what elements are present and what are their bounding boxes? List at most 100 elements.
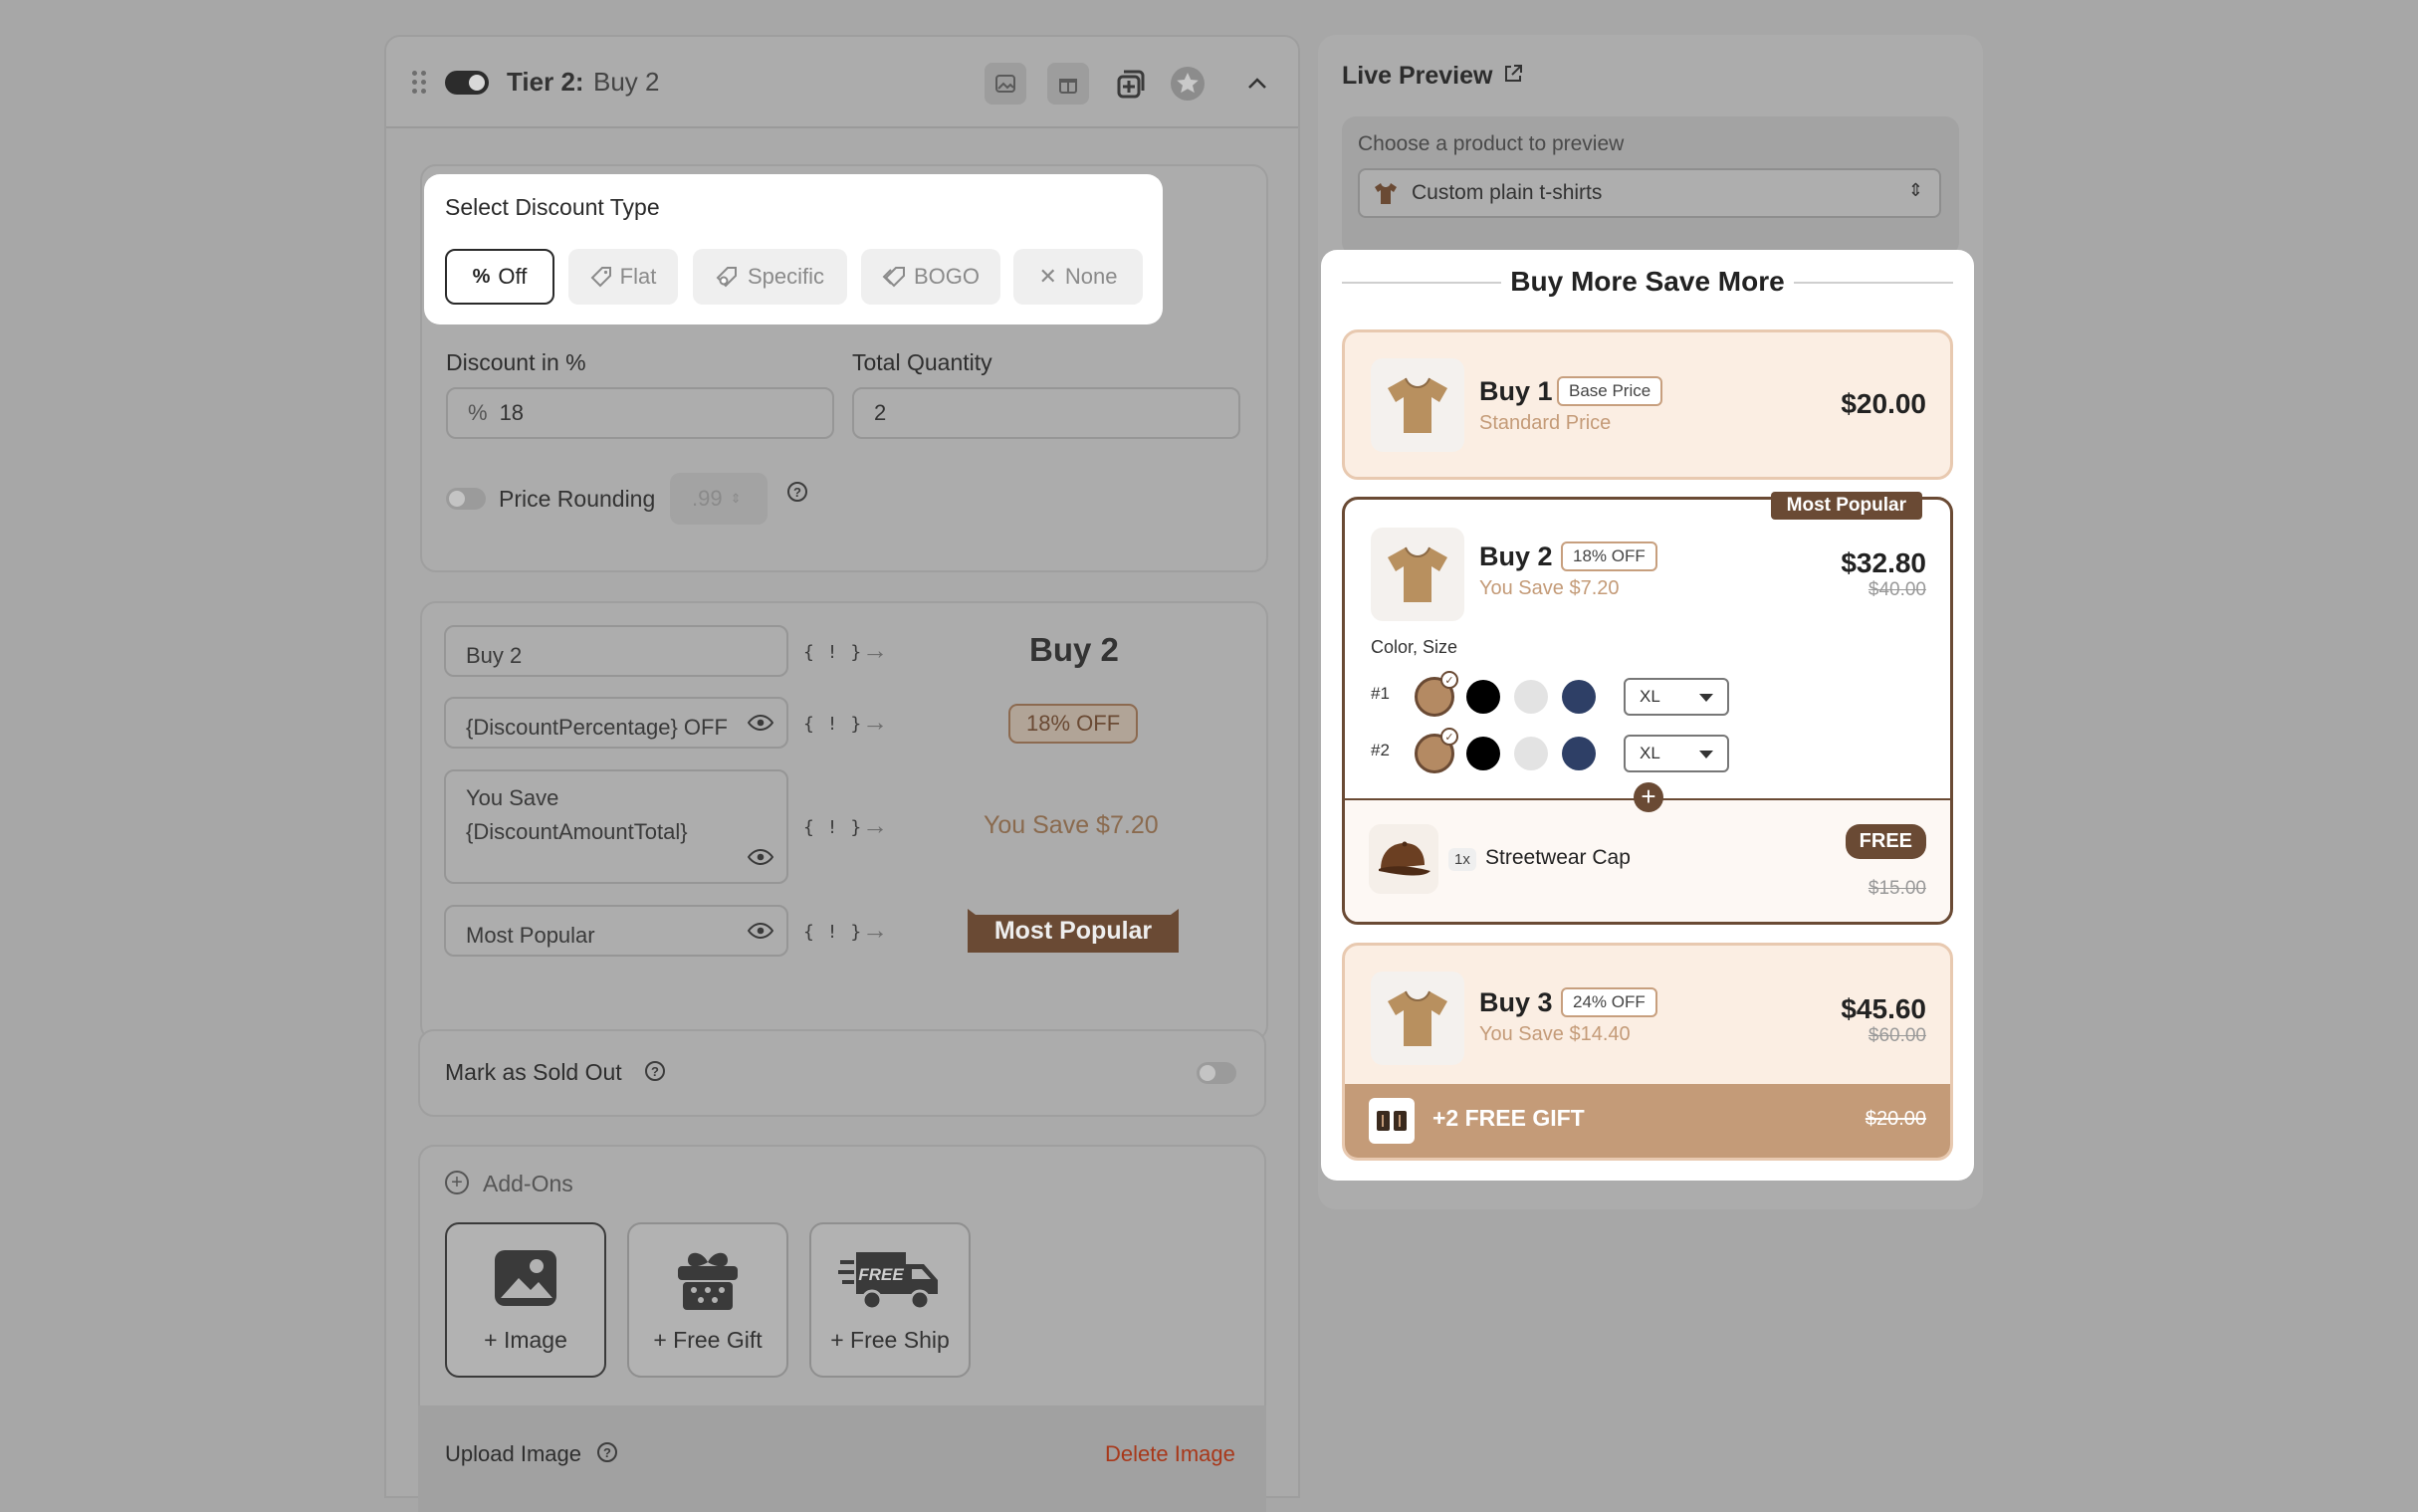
external-link-icon[interactable] (1503, 64, 1523, 84)
percent-prefix: % (468, 400, 488, 425)
swatch-navy[interactable] (1562, 680, 1596, 714)
tier-name: Buy 1 (1479, 376, 1553, 406)
add-free-gift-label: + Free Gift (653, 1327, 763, 1353)
gift-quantity: 1x (1448, 848, 1476, 871)
product-thumbnail (1371, 358, 1464, 452)
bundle-widget-preview: Buy More Save More Buy 1 Base Price Stan… (1321, 250, 1974, 1181)
tier-subtitle: You Save $7.20 (1479, 577, 1620, 599)
image-icon[interactable] (985, 63, 1026, 105)
swatch-navy[interactable] (1562, 737, 1596, 770)
check-icon: ✓ (1440, 671, 1458, 689)
star-icon[interactable] (1167, 63, 1209, 105)
price-rounding-toggle[interactable] (446, 488, 486, 510)
help-icon[interactable]: ? (645, 1061, 665, 1081)
tier-option-3[interactable]: Buy 3 24% OFF You Save $14.40 $45.60 $60… (1342, 943, 1953, 1161)
ribbon-preview-text: Most Popular (993, 917, 1153, 945)
badge-text-input[interactable]: {DiscountPercentage} OFF (444, 697, 788, 749)
discount-type-off-label: Off (498, 264, 528, 289)
gift-name: Streetwear Cap (1485, 846, 1631, 869)
add-image-label: + Image (484, 1327, 567, 1353)
widget-title: Buy More Save More (1510, 266, 1785, 297)
gift-old-price: $15.00 (1868, 878, 1926, 899)
quantity-input[interactable]: 2 (852, 387, 1240, 439)
product-thumbnail (1371, 972, 1464, 1065)
sold-out-toggle[interactable] (1197, 1062, 1236, 1084)
badge-preview: 18% OFF (1008, 704, 1139, 744)
discount-type-bogo[interactable]: BOGO (861, 249, 1000, 305)
rounding-select[interactable]: .99 ⇕ (670, 473, 768, 525)
size-select[interactable]: XL (1624, 678, 1729, 716)
discount-type-specific[interactable]: Specific (693, 249, 847, 305)
free-badge-text: FREE (858, 1265, 904, 1284)
swatch-black[interactable] (1466, 680, 1500, 714)
discount-type-selector: Select Discount Type % Off Flat Specific… (424, 174, 1163, 324)
tier-old-price: $40.00 (1868, 579, 1926, 600)
help-icon[interactable]: ? (787, 482, 807, 502)
add-free-ship-tile[interactable]: FREE + Free Ship (809, 1222, 971, 1378)
specific-tag-icon (716, 267, 737, 288)
discount-label: Discount in % (446, 349, 586, 375)
tier-old-price: $60.00 (1868, 1025, 1926, 1046)
size-value: XL (1640, 744, 1660, 762)
title-text-input[interactable]: Buy 2 (444, 625, 788, 677)
tier-badge: 18% OFF (1561, 541, 1657, 571)
double-tag-icon (882, 267, 905, 288)
price-rounding-label: Price Rounding (499, 486, 656, 512)
tier-name: Buy 3 (1479, 987, 1553, 1017)
gift-icon[interactable] (1047, 63, 1089, 105)
add-variant-button[interactable]: + (1634, 782, 1663, 812)
discount-input[interactable]: % 18 (446, 387, 834, 439)
quantity-value: 2 (874, 400, 887, 425)
tier-option-2[interactable]: Most Popular Buy 2 18% OFF You Save $7.2… (1342, 492, 1953, 925)
duplicate-icon[interactable] (1110, 63, 1152, 105)
swatch-white[interactable] (1514, 737, 1548, 770)
options-label: Color, Size (1371, 637, 1458, 657)
tier-price: $20.00 (1841, 388, 1926, 419)
discount-type-title: Select Discount Type (445, 194, 660, 220)
updown-icon: ⇕ (730, 491, 742, 506)
gift-bar-old-price: $20.00 (1865, 1108, 1926, 1130)
x-icon: ✕ (1038, 264, 1057, 289)
gift-thumbnail (1369, 824, 1438, 894)
tshirt-icon (1388, 377, 1447, 433)
size-value: XL (1640, 687, 1660, 706)
swatch-white[interactable] (1514, 680, 1548, 714)
gift-box-icon (678, 1252, 738, 1310)
eye-icon[interactable] (748, 849, 773, 865)
subtitle-text-value: You Save {DiscountAmountTotal} (466, 785, 688, 844)
add-free-ship-label: + Free Ship (830, 1327, 950, 1353)
discount-type-flat[interactable]: Flat (568, 249, 678, 305)
chevron-up-icon[interactable] (1246, 73, 1268, 95)
variable-button[interactable]: { ! } (803, 922, 862, 943)
help-icon[interactable]: ? (597, 1442, 617, 1462)
variable-button[interactable]: { ! } (803, 714, 862, 735)
tier-option-1[interactable]: Buy 1 Base Price Standard Price $20.00 (1342, 329, 1953, 480)
product-thumbnail (1371, 528, 1464, 621)
selected-product: Custom plain t-shirts (1412, 181, 1603, 204)
rounding-value: .99 (692, 486, 723, 511)
gift-bar-label: +2 FREE GIFT (1432, 1105, 1585, 1131)
subtitle-text-input[interactable]: You Save {DiscountAmountTotal} (444, 769, 788, 884)
tier-price: $45.60 (1841, 993, 1926, 1024)
swatch-black[interactable] (1466, 737, 1500, 770)
tier-enable-toggle[interactable] (445, 71, 489, 95)
badge-text-value: {DiscountPercentage} OFF (466, 715, 728, 740)
free-shipping-truck-icon: FREE (838, 1252, 938, 1311)
product-select[interactable]: Custom plain t-shirts ⇕ (1358, 168, 1941, 218)
eye-icon[interactable] (748, 715, 773, 731)
check-icon: ✓ (1440, 728, 1458, 746)
eye-icon[interactable] (748, 923, 773, 939)
add-image-tile[interactable]: + Image (445, 1222, 606, 1378)
add-free-gift-tile[interactable]: + Free Gift (627, 1222, 788, 1378)
live-preview-title: Live Preview (1342, 62, 1493, 90)
tier-badge: Base Price (1557, 376, 1663, 406)
drag-handle-icon[interactable] (412, 71, 428, 95)
discount-type-none[interactable]: ✕ None (1013, 249, 1143, 305)
delete-image-link[interactable]: Delete Image (1105, 1441, 1235, 1467)
variable-button[interactable]: { ! } (803, 642, 862, 663)
size-select[interactable]: XL (1624, 735, 1729, 772)
discount-type-off[interactable]: % Off (445, 249, 554, 305)
variable-button[interactable]: { ! } (803, 817, 862, 838)
ribbon-text-input[interactable]: Most Popular (444, 905, 788, 957)
sold-out-label: Mark as Sold Out (445, 1059, 622, 1085)
